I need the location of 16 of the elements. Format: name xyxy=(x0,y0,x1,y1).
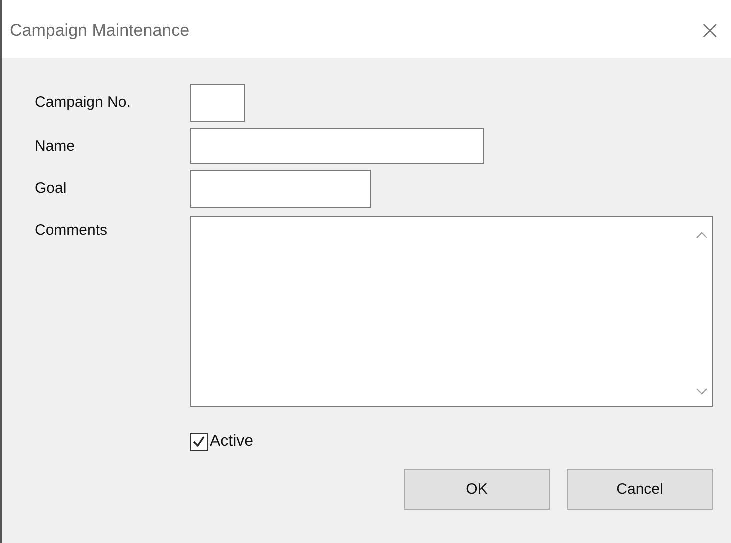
input-field[interactable] xyxy=(190,128,484,164)
ok-button[interactable]: OK xyxy=(404,469,550,510)
field-label: Goal xyxy=(35,179,68,197)
field-label: Comments xyxy=(35,221,109,239)
close-button[interactable]: × xyxy=(689,16,731,46)
cancel-button[interactable]: Cancel xyxy=(567,469,713,510)
input-field[interactable] xyxy=(190,170,371,208)
field-label: Name xyxy=(35,137,76,155)
scroll-down-icon[interactable] xyxy=(696,388,708,396)
window-title: Campaign Maintenance xyxy=(10,21,190,41)
checkbox-label: Active xyxy=(210,433,254,451)
input-field[interactable] xyxy=(190,84,245,122)
field-label: Campaign No. xyxy=(35,93,132,111)
active-checkbox[interactable] xyxy=(190,433,208,451)
comments-field[interactable] xyxy=(190,216,713,407)
scroll-up-icon[interactable] xyxy=(696,231,708,239)
